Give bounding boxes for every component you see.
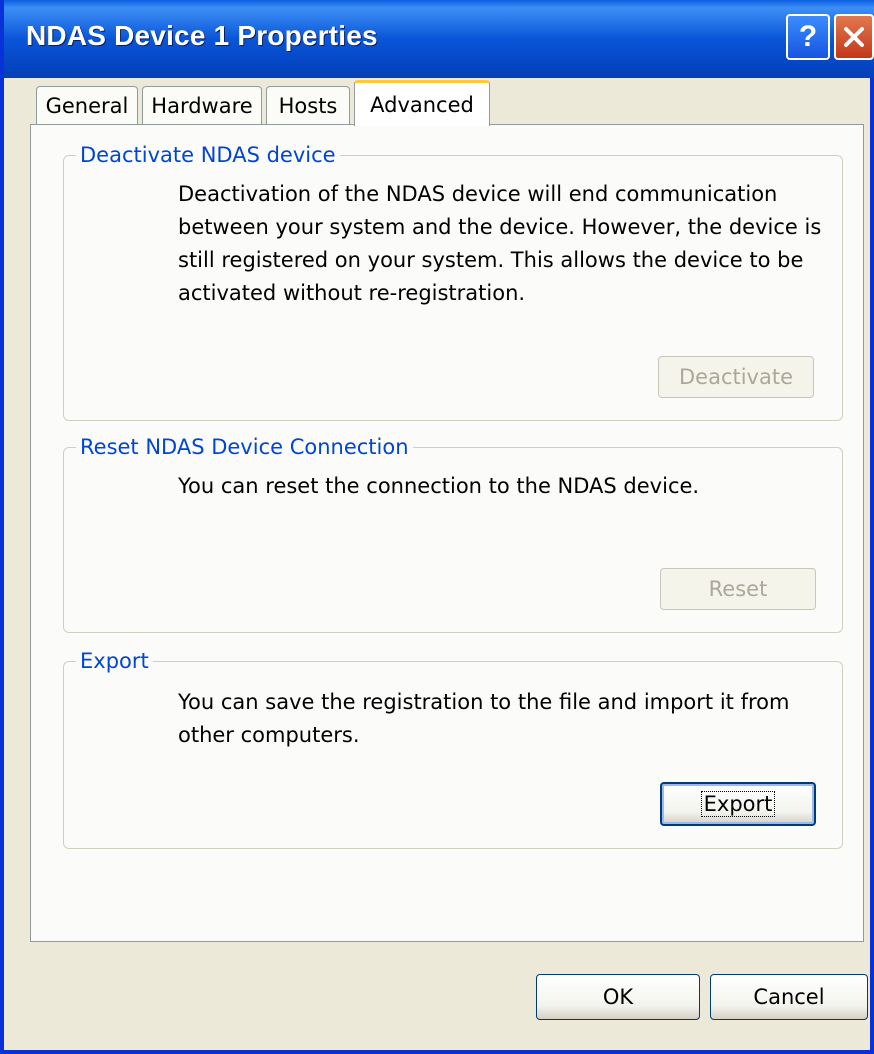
help-icon: ?	[798, 20, 818, 53]
close-icon	[844, 27, 864, 47]
tab-label: Hardware	[151, 93, 253, 118]
title-bar[interactable]: NDAS Device 1 Properties ?	[4, 0, 874, 78]
export-button-label: Export	[700, 791, 776, 817]
tab-label: Hosts	[278, 93, 338, 118]
reset-group-title: Reset NDAS Device Connection	[76, 432, 413, 462]
tab-label: General	[45, 93, 129, 118]
export-button[interactable]: Export	[660, 782, 816, 826]
tab-label: Advanced	[370, 92, 474, 117]
deactivate-button[interactable]: Deactivate	[658, 356, 814, 398]
deactivate-description: Deactivation of the NDAS device will end…	[178, 182, 822, 305]
properties-dialog: NDAS Device 1 Properties ? General Hardw…	[0, 0, 874, 1054]
advanced-tab-panel: Deactivate NDAS device Deactivation of t…	[30, 124, 864, 942]
close-button[interactable]	[834, 14, 874, 60]
export-description: You can save the registration to the fil…	[178, 690, 790, 747]
reset-description: You can reset the connection to the NDAS…	[178, 474, 700, 498]
deactivate-group-title: Deactivate NDAS device	[76, 140, 340, 170]
export-group: Export You can save the registration to …	[63, 646, 843, 849]
tab-hosts[interactable]: Hosts	[266, 86, 350, 124]
cancel-button[interactable]: Cancel	[710, 974, 868, 1020]
tab-hardware[interactable]: Hardware	[142, 86, 262, 124]
reset-button[interactable]: Reset	[660, 568, 816, 610]
tab-general[interactable]: General	[36, 86, 138, 124]
help-button[interactable]: ?	[786, 14, 830, 60]
reset-group: Reset NDAS Device Connection You can res…	[63, 432, 843, 633]
export-group-title: Export	[76, 646, 153, 676]
window-title: NDAS Device 1 Properties	[26, 20, 378, 51]
deactivate-group: Deactivate NDAS device Deactivation of t…	[63, 140, 843, 421]
ok-button[interactable]: OK	[536, 974, 700, 1020]
tab-advanced[interactable]: Advanced	[354, 80, 490, 126]
